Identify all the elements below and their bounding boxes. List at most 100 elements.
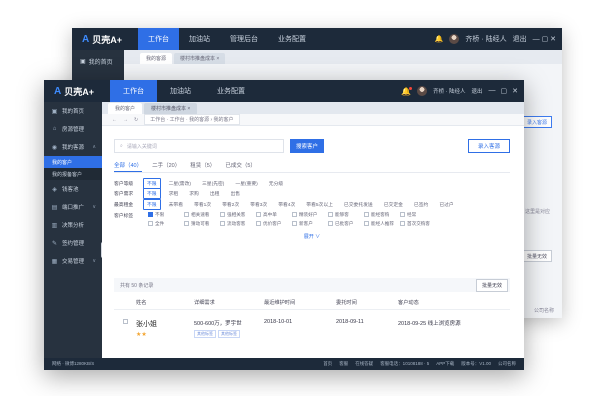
back-user-name[interactable]: 齐桥 · 陆经人 [465, 34, 506, 44]
back-nav-workbench[interactable]: 工作台 [138, 28, 179, 50]
filter-option[interactable]: 不限 [143, 188, 161, 200]
filter-option[interactable]: 带看3次 [247, 200, 270, 209]
back-nav-config[interactable]: 业务配置 [268, 28, 316, 50]
checkbox[interactable] [364, 212, 369, 217]
tag-option[interactable]: 流动客客 [220, 221, 256, 227]
status-link[interactable]: 首页 [323, 361, 332, 367]
back-tab-second[interactable]: 楼村市推盘成本 × [174, 53, 226, 64]
filter-option[interactable]: 已签约 [411, 200, 431, 209]
tag-option[interactable]: 能经人推荐 [364, 221, 400, 227]
filter-option[interactable]: 未带看 [166, 200, 186, 209]
filter-option[interactable]: 已交定金 [381, 200, 406, 209]
filter-option[interactable]: 出租 [207, 189, 223, 198]
checkbox[interactable] [256, 221, 261, 226]
checkbox[interactable] [148, 212, 153, 217]
tab-second-hand[interactable]: 二手（20） [152, 161, 180, 172]
search-customer-button[interactable]: 搜索客户 [290, 139, 324, 153]
back-nav-gas-station[interactable]: 加油站 [179, 28, 220, 50]
tab-rental[interactable]: 租赁（5） [190, 161, 215, 172]
filter-option[interactable]: 带看1次 [191, 200, 214, 209]
sidebar-item-my-source[interactable]: ◉ 我的客源 ∧ [44, 138, 102, 156]
header-last-maintain[interactable]: 最近维护时间 [264, 299, 336, 306]
header-need[interactable]: 详细需求 [194, 299, 264, 306]
tag-option[interactable]: 新客户 [292, 221, 328, 227]
checkbox[interactable] [400, 221, 405, 226]
tab-all[interactable]: 全部（40） [114, 161, 143, 172]
forward-arrow-icon[interactable]: → [123, 117, 128, 123]
tag-option[interactable]: 能经客购 [364, 212, 400, 218]
checkbox[interactable] [292, 221, 297, 226]
nav-business-config[interactable]: 业务配置 [204, 80, 258, 102]
tag-option[interactable]: 经常 [400, 212, 436, 218]
bell-icon[interactable]: 🔔 [401, 86, 413, 96]
back-avatar[interactable] [449, 34, 460, 44]
checkbox[interactable] [328, 212, 333, 217]
filter-option[interactable]: 带看5次以上 [303, 200, 336, 209]
sidebar-item-trade[interactable]: ▦ 交易管理 ∨ [44, 252, 102, 270]
tag-option[interactable]: 强相关客 [220, 212, 256, 218]
tab-my-customers[interactable]: 我的客户 [108, 103, 143, 114]
checkbox[interactable] [220, 221, 225, 226]
bulk-invalid-button[interactable]: 批量无效 [475, 278, 508, 292]
tag-option[interactable]: 高中单 [256, 212, 292, 218]
row-select-checkbox[interactable] [114, 319, 136, 324]
user-name[interactable]: 齐桥 · 陆经人 [433, 87, 465, 95]
checkbox[interactable] [220, 212, 225, 217]
back-tab-my-source[interactable]: 我的客源 [140, 53, 173, 64]
refresh-icon[interactable]: ↻ [134, 117, 138, 123]
back-window-controls[interactable]: — ▢ ✕ [533, 35, 556, 43]
sidebar-sub-my-customers[interactable]: 我的客户 [44, 156, 102, 168]
tag-option[interactable]: 不限 [148, 212, 184, 218]
status-link[interactable]: APP下载 [436, 361, 454, 367]
checkbox[interactable] [184, 221, 189, 226]
checkbox[interactable] [256, 212, 261, 217]
back-bulk-invalid-button[interactable]: 批量无效 [522, 250, 552, 262]
checkbox[interactable] [400, 212, 405, 217]
back-enter-source-button[interactable]: 录入客源 [522, 116, 552, 128]
header-dynamic[interactable]: 客户动态 [398, 299, 510, 306]
header-commission-time[interactable]: 委托时间 [336, 299, 398, 306]
avatar[interactable] [417, 86, 428, 96]
filter-option[interactable]: 求购 [186, 189, 202, 198]
tag-option[interactable]: 已批客户 [328, 221, 364, 227]
nav-gas-station[interactable]: 加油站 [157, 80, 204, 102]
filter-option[interactable]: 带看4次 [275, 200, 298, 209]
filter-option[interactable]: 二星(需改) [166, 179, 194, 188]
filter-option[interactable]: 求租 [166, 189, 182, 198]
sidebar-item-port[interactable]: ▤ 端口推广 ∨ [44, 198, 102, 216]
status-link[interactable]: 在线答疑 [355, 361, 373, 367]
tag-option[interactable]: 精装好户 [292, 212, 328, 218]
back-exit-link[interactable]: 退出 [513, 34, 527, 44]
customer-name[interactable]: 张小姐 [136, 319, 194, 329]
header-name[interactable]: 姓名 [136, 299, 194, 306]
sidebar-item-pool[interactable]: ◈ 钱客池 [44, 180, 102, 198]
checkbox[interactable] [292, 212, 297, 217]
tag-option[interactable]: 全件 [148, 221, 184, 227]
tag-option[interactable]: 相关速看 [184, 212, 220, 218]
sidebar-item-analysis[interactable]: ▥ 决策分析 [44, 216, 102, 234]
close-icon[interactable]: ✕ [512, 87, 518, 95]
status-link[interactable]: 客服 [339, 361, 348, 367]
filter-option[interactable]: 无分级 [266, 179, 286, 188]
filter-option[interactable]: 不限 [143, 177, 161, 189]
tag-option[interactable]: 猜动可看 [184, 221, 220, 227]
back-sidebar-item-home[interactable]: ▣ 我的首页 [72, 50, 124, 72]
tab-second[interactable]: 楼村市推盘成本 × [144, 103, 198, 114]
tag-option[interactable]: 能够客 [328, 212, 364, 218]
filter-option[interactable]: 带看2次 [219, 200, 242, 209]
checkbox[interactable] [122, 319, 128, 324]
filter-option[interactable]: 出售 [227, 189, 243, 198]
back-nav-admin[interactable]: 管理后台 [220, 28, 268, 50]
minimize-icon[interactable]: — [489, 87, 496, 95]
checkbox[interactable] [364, 221, 369, 226]
checkbox[interactable] [328, 221, 333, 226]
filter-option[interactable]: 已交委托发送 [341, 200, 376, 209]
back-bell-icon[interactable]: 🔔 [435, 35, 444, 43]
search-input[interactable]: ⌕ 请输入关键词 [114, 139, 284, 153]
nav-workbench[interactable]: 工作台 [110, 80, 157, 102]
filter-option[interactable]: 已过户 [436, 200, 456, 209]
sidebar-item-home[interactable]: ▣ 我的首页 [44, 102, 102, 120]
tag-option[interactable]: 优价客户 [256, 221, 292, 227]
sidebar-item-house[interactable]: ⌂ 房源管理 [44, 120, 102, 138]
checkbox[interactable] [148, 221, 153, 226]
